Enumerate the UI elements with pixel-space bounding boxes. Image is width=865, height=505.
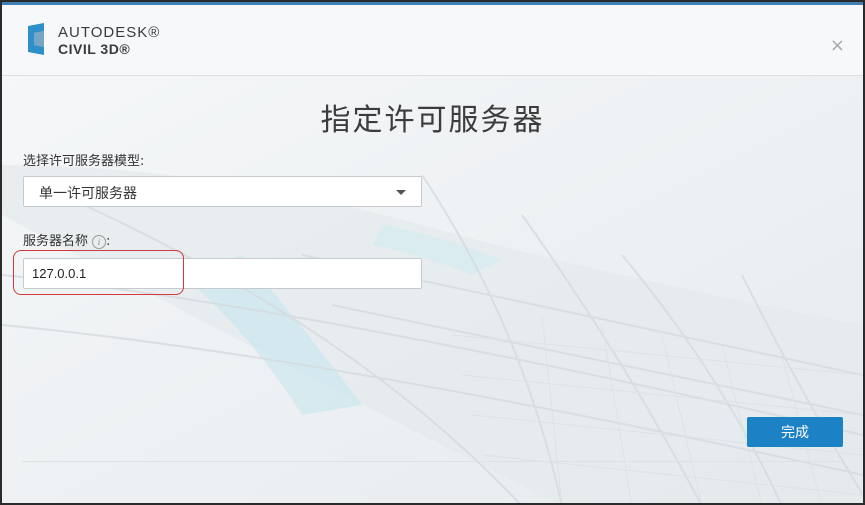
server-name-input[interactable] xyxy=(23,258,422,289)
server-model-value: 单一许可服务器 xyxy=(39,186,137,202)
info-icon[interactable]: i xyxy=(92,234,107,249)
header-bar: AUTODESK® CIVIL 3D® × xyxy=(2,5,863,76)
license-server-dialog: AUTODESK® CIVIL 3D® × 指定许可服务器 选择许可服务器模型:… xyxy=(2,2,863,503)
civil3d-logo-icon xyxy=(28,23,44,55)
close-icon[interactable]: × xyxy=(830,35,845,56)
chevron-down-icon xyxy=(396,190,406,195)
done-button[interactable]: 完成 xyxy=(747,417,843,447)
server-name-label: 服务器名称 xyxy=(23,234,89,249)
brand-product: CIVIL 3D® xyxy=(58,41,131,57)
server-name-label-colon: : xyxy=(106,234,111,249)
page-title: 指定许可服务器 xyxy=(320,103,545,138)
footer-divider xyxy=(22,461,842,462)
server-model-label: 选择许可服务器模型: xyxy=(23,154,145,169)
server-name-label-row: 服务器名称 i: xyxy=(23,230,110,249)
brand-autodesk: AUTODESK® xyxy=(58,24,161,41)
background-illustration xyxy=(2,75,863,503)
server-model-select[interactable]: 单一许可服务器 xyxy=(23,176,422,207)
